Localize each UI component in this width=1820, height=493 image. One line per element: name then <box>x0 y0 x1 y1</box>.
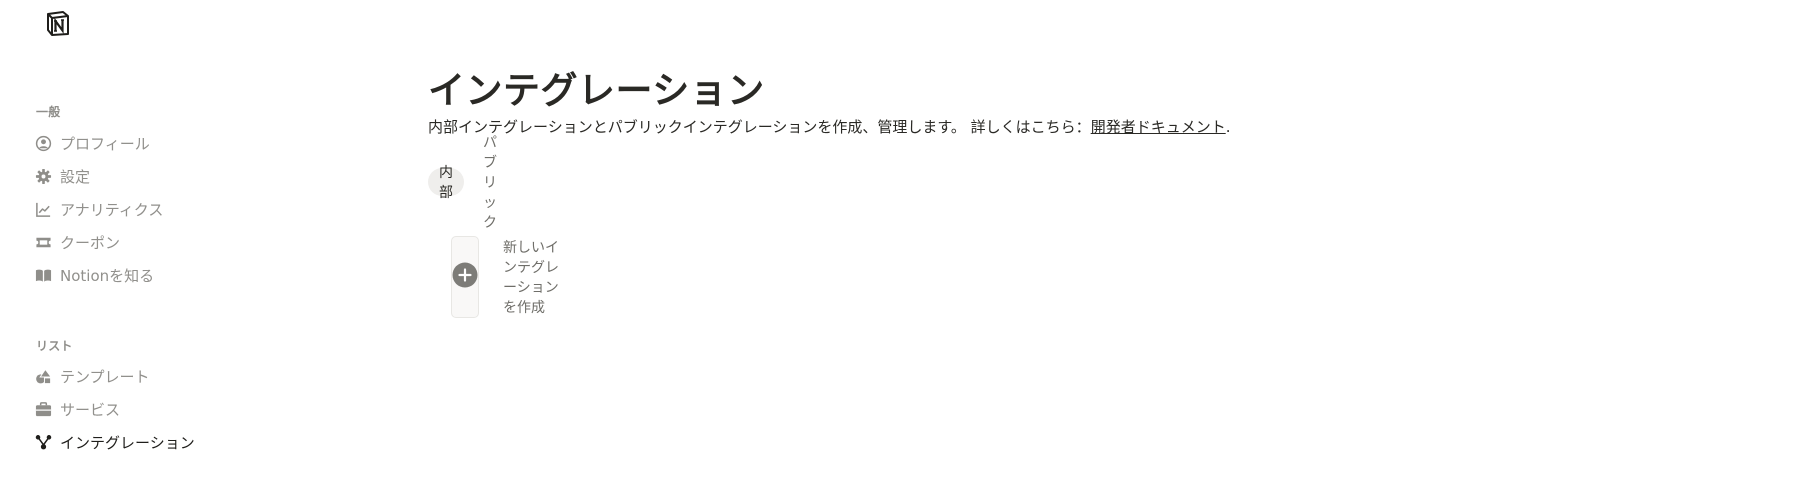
sidebar-item-profile[interactable]: プロフィール <box>34 130 150 156</box>
plus-circle-icon <box>452 262 478 292</box>
sidebar-item-label: サービス <box>60 400 121 419</box>
page-title: インテグレーション <box>428 69 765 112</box>
page-description: 内部インテグレーションとパブリックインテグレーションを作成、管理します。 詳しく… <box>428 116 1230 137</box>
sidebar-item-label: インテグレーション <box>60 433 195 452</box>
book-open-icon <box>34 266 52 284</box>
user-circle-icon <box>34 134 52 152</box>
tab-internal[interactable]: 内部 <box>428 165 464 201</box>
sidebar-item-label: プロフィール <box>60 134 150 153</box>
sidebar-item-integrations[interactable]: インテグレーション <box>34 429 195 455</box>
sidebar-section-list-label: リスト <box>36 339 73 353</box>
sidebar-item-settings[interactable]: 設定 <box>34 163 90 189</box>
sidebar-item-label: アナリティクス <box>60 200 164 219</box>
sidebar-item-label: テンプレート <box>60 367 150 386</box>
sidebar-item-services[interactable]: サービス <box>34 396 120 422</box>
description-end: . <box>1225 118 1231 136</box>
developer-docs-link[interactable]: 開発者ドキュメント <box>1091 118 1226 136</box>
ticket-icon <box>34 233 52 251</box>
notion-logo-icon[interactable] <box>44 9 72 37</box>
tab-public[interactable]: パブリック <box>472 135 508 231</box>
briefcase-icon <box>34 400 52 418</box>
integration-nodes-icon <box>34 433 52 451</box>
gear-icon <box>34 167 52 185</box>
shapes-icon <box>34 367 52 385</box>
sidebar-item-analytics[interactable]: アナリティクス <box>34 196 163 222</box>
create-integration-card[interactable] <box>451 236 479 318</box>
sidebar-item-templates[interactable]: テンプレート <box>34 363 150 389</box>
sidebar-item-label: クーポン <box>60 233 121 252</box>
integration-tabs: 内部 パブリック <box>428 135 508 231</box>
sidebar-item-learn-notion[interactable]: Notionを知る <box>34 262 154 288</box>
chart-line-icon <box>34 200 52 218</box>
sidebar-section-general-label: 一般 <box>36 105 61 119</box>
create-integration-label: 新しいインテグレーションを作成 <box>503 240 559 316</box>
create-integration-button[interactable]: 新しいインテグレーションを作成 <box>451 236 571 318</box>
sidebar-item-label: Notionを知る <box>60 266 155 285</box>
sidebar-item-coupons[interactable]: クーポン <box>34 229 120 255</box>
sidebar-item-label: 設定 <box>60 167 91 186</box>
description-text: 内部インテグレーションとパブリックインテグレーションを作成、管理します。 詳しく… <box>428 118 1091 136</box>
